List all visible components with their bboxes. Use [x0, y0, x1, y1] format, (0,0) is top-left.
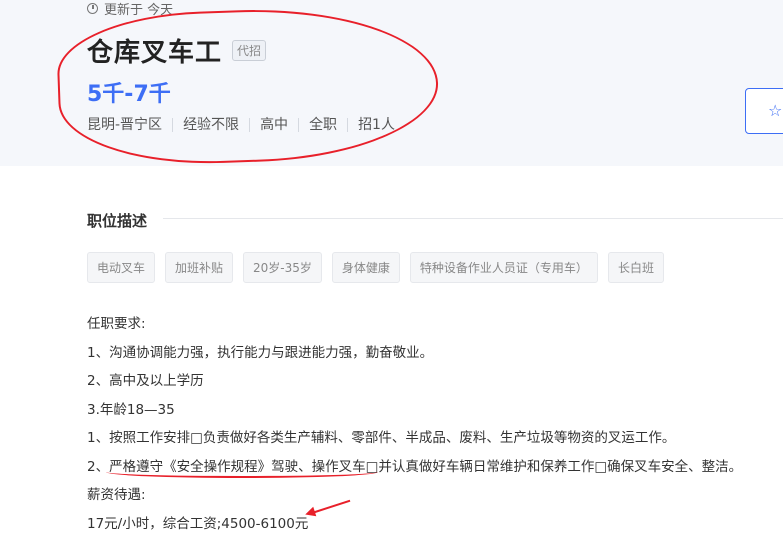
- description-line: 1、按照工作安排□负责做好各类生产辅料、零部件、半成品、废料、生产垃圾等物资的叉…: [87, 430, 676, 446]
- job-meta: 昆明-晋宁区 经验不限 高中 全职 招1人: [87, 118, 405, 132]
- meta-headcount: 招1人: [347, 118, 405, 132]
- agency-tag: 代招: [232, 40, 267, 61]
- clock-icon: [87, 3, 98, 14]
- description-line: 任职要求:: [87, 316, 146, 332]
- title-row: 仓库叉车工 代招: [87, 32, 267, 69]
- meta-location: 昆明-晋宁区: [87, 117, 163, 133]
- skill-tag: 特种设备作业人员证（专用车）: [409, 252, 598, 283]
- skill-tags: 电动叉车 加班补贴 20岁-35岁 身体健康 特种设备作业人员证（专用车） 长白…: [87, 252, 664, 283]
- description-line: 1、沟通协调能力强，执行能力与跟进能力强，勤奋敬业。: [87, 344, 434, 361]
- annotation-underline: [106, 466, 378, 478]
- updated-text: 更新于 今天: [104, 3, 174, 18]
- job-header: 更新于 今天 仓库叉车工 代招 5千-7千 昆明-晋宁区 经验不限 高中 全职 …: [0, 0, 783, 166]
- skill-tag: 电动叉车: [87, 252, 156, 283]
- section-title: 职位描述: [87, 212, 148, 230]
- description-line: 3.年龄18—35: [87, 401, 175, 418]
- skill-tag: 长白班: [607, 252, 664, 283]
- update-info: 更新于 今天: [87, 0, 173, 18]
- description-line: 17元/小时，综合工资;4500-6100元: [87, 515, 309, 532]
- job-title: 仓库叉车工: [87, 38, 223, 68]
- skill-tag: 身体健康: [331, 252, 400, 283]
- skill-tag: 加班补贴: [165, 252, 234, 283]
- meta-job-type: 全职: [298, 118, 347, 132]
- section-divider: [163, 218, 783, 219]
- favorite-button[interactable]: ☆: [745, 88, 783, 134]
- description-line: 2、高中及以上学历: [87, 373, 204, 389]
- meta-education: 高中: [249, 118, 298, 132]
- description-line: 薪资待遇:: [87, 487, 146, 503]
- salary-range: 5千-7千: [87, 82, 171, 107]
- star-icon: ☆: [768, 101, 783, 120]
- skill-tag: 20岁-35岁: [243, 252, 322, 283]
- job-description: 任职要求: 1、沟通协调能力强，执行能力与跟进能力强，勤奋敬业。 2、高中及以上…: [87, 314, 742, 542]
- meta-experience: 经验不限: [172, 118, 249, 132]
